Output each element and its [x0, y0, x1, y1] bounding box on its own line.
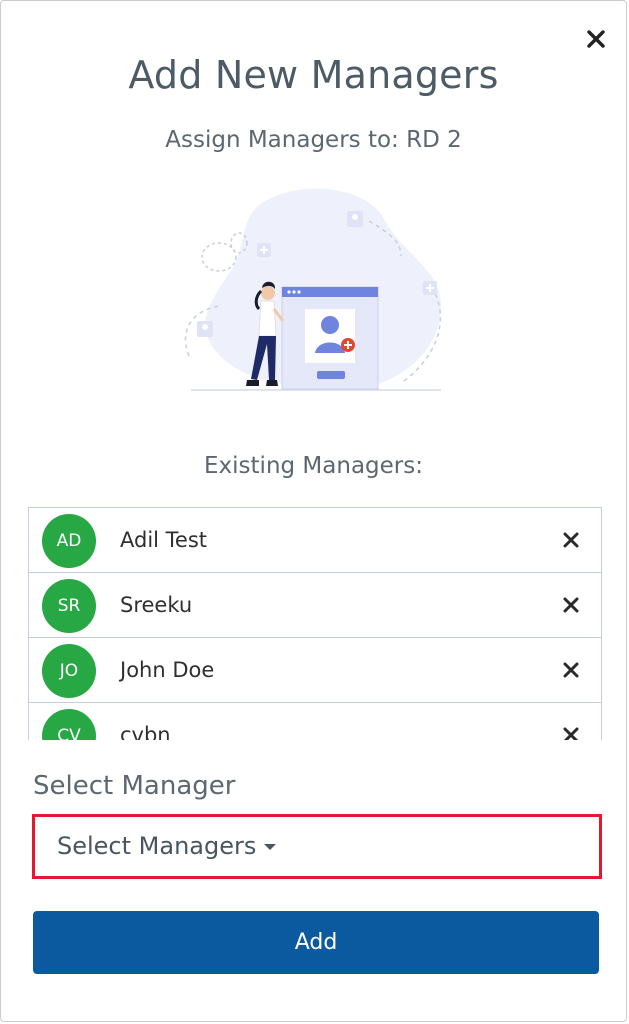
avatar: JO	[42, 644, 96, 698]
select-manager-label: Select Manager	[33, 771, 236, 801]
existing-managers-label: Existing Managers:	[204, 453, 423, 479]
remove-manager-icon[interactable]	[561, 660, 581, 680]
select-managers-text: Select Managers	[57, 832, 257, 860]
manager-row: CV cvbn	[28, 703, 602, 740]
remove-manager-icon[interactable]	[561, 530, 581, 550]
manager-row: AD Adil Test	[28, 508, 602, 573]
manager-name: Adil Test	[120, 528, 208, 552]
manager-name: John Doe	[120, 658, 215, 682]
add-managers-modal: Add New Managers Assign Managers to: RD …	[0, 0, 627, 1022]
remove-manager-icon[interactable]	[561, 595, 581, 615]
existing-managers-list[interactable]: AD Adil Test SR Sreeku JO John Doe CV cv…	[28, 507, 602, 740]
remove-manager-icon[interactable]	[561, 725, 581, 740]
manager-name: Sreeku	[120, 593, 193, 617]
manager-row: SR Sreeku	[28, 573, 602, 638]
select-managers-dropdown[interactable]: Select Managers	[32, 814, 602, 879]
avatar: AD	[42, 514, 96, 568]
avatar: SR	[42, 579, 96, 633]
caret-down-icon	[264, 844, 277, 850]
modal-subtitle: Assign Managers to: RD 2	[165, 127, 462, 153]
modal-title: Add New Managers	[128, 53, 499, 97]
avatar: CV	[42, 709, 96, 740]
add-button[interactable]: Add	[33, 911, 599, 974]
add-user-illustration	[184, 188, 442, 391]
select-managers-value: Select Managers	[57, 832, 277, 860]
manager-row: JO John Doe	[28, 638, 602, 703]
close-icon[interactable]	[584, 27, 608, 51]
manager-name: cvbn	[120, 723, 171, 740]
